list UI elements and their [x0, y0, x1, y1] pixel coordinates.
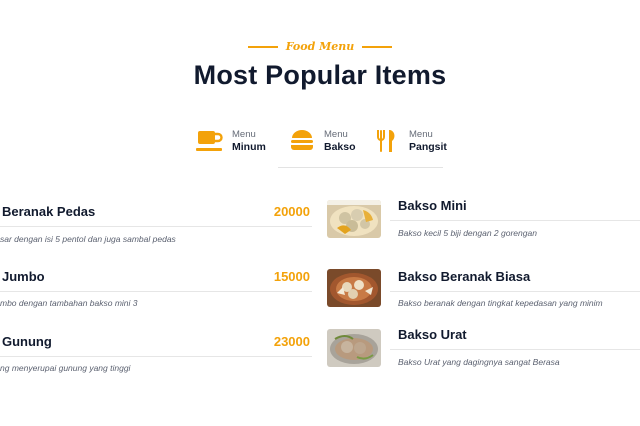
menu-item[interactable]: Beranak Pedas 20000 sar dengan isi 5 pen…: [0, 204, 312, 244]
tabs-divider: [278, 167, 443, 168]
section-eyebrow: Food Menu: [0, 40, 640, 53]
item-price: 23000: [273, 334, 310, 349]
menu-item[interactable]: Bakso Beranak Biasa Bakso beranak dengan…: [390, 269, 640, 315]
menu-item[interactable]: Bakso Urat Bakso Urat yang dagingnya san…: [390, 327, 640, 373]
item-description: mbo dengan tambahan bakso mini 3: [0, 298, 138, 308]
item-description: Bakso Urat yang dagingnya sangat Berasa: [398, 357, 560, 367]
item-price: 20000: [273, 204, 310, 219]
bakso-beranak-photo: [327, 269, 381, 307]
tab-bakso[interactable]: Menu Bakso: [287, 124, 356, 158]
page-title: Most Popular Items: [193, 60, 447, 90]
item-divider: [0, 226, 312, 227]
tab-minum-small: Menu: [232, 128, 256, 140]
item-divider: [390, 349, 640, 350]
eyebrow-text: Food Menu: [285, 40, 355, 53]
tab-minum[interactable]: Menu Minum: [195, 124, 266, 158]
bakso-urat-photo: [327, 329, 381, 367]
menu-tabs: Menu Minum Menu Bakso Menu Pangsit: [195, 124, 447, 168]
fork-knife-icon: [372, 126, 402, 156]
item-name: Jumbo: [2, 269, 45, 284]
item-name: Beranak Pedas: [2, 204, 96, 219]
item-description: Bakso beranak dengan tingkat kepedasan y…: [398, 298, 603, 308]
item-price: 15000: [273, 269, 310, 284]
item-name: Bakso Urat: [398, 327, 467, 342]
item-name: Bakso Mini: [398, 198, 467, 213]
burger-icon: [287, 126, 317, 156]
menu-item[interactable]: Gunung 23000 ng menyerupai gunung yang t…: [0, 334, 312, 374]
item-divider: [0, 291, 312, 292]
item-divider: [0, 356, 312, 357]
tab-minum-label: Minum: [232, 140, 266, 153]
item-divider: [390, 291, 640, 292]
item-name: Gunung: [2, 334, 52, 349]
tab-bakso-label: Bakso: [324, 140, 356, 153]
item-description: Bakso kecil 5 biji dengan 2 gorengan: [398, 228, 537, 238]
item-description: ng menyerupai gunung yang tinggi: [0, 363, 131, 373]
cup-icon: [195, 126, 225, 156]
item-name: Bakso Beranak Biasa: [398, 269, 531, 284]
tab-pangsit[interactable]: Menu Pangsit: [372, 124, 447, 158]
bakso-mini-photo: [327, 200, 381, 238]
item-divider: [390, 220, 640, 221]
tab-pangsit-small: Menu: [409, 128, 433, 140]
tab-bakso-small: Menu: [324, 128, 348, 140]
eyebrow-line-right: [362, 45, 393, 48]
menu-item[interactable]: Bakso Mini Bakso kecil 5 biji dengan 2 g…: [390, 198, 640, 244]
menu-item[interactable]: Jumbo 15000 mbo dengan tambahan bakso mi…: [0, 269, 312, 309]
eyebrow-line-left: [247, 45, 278, 48]
tab-pangsit-label: Pangsit: [409, 140, 447, 153]
item-description: sar dengan isi 5 pentol dan juga sambal …: [0, 234, 176, 244]
